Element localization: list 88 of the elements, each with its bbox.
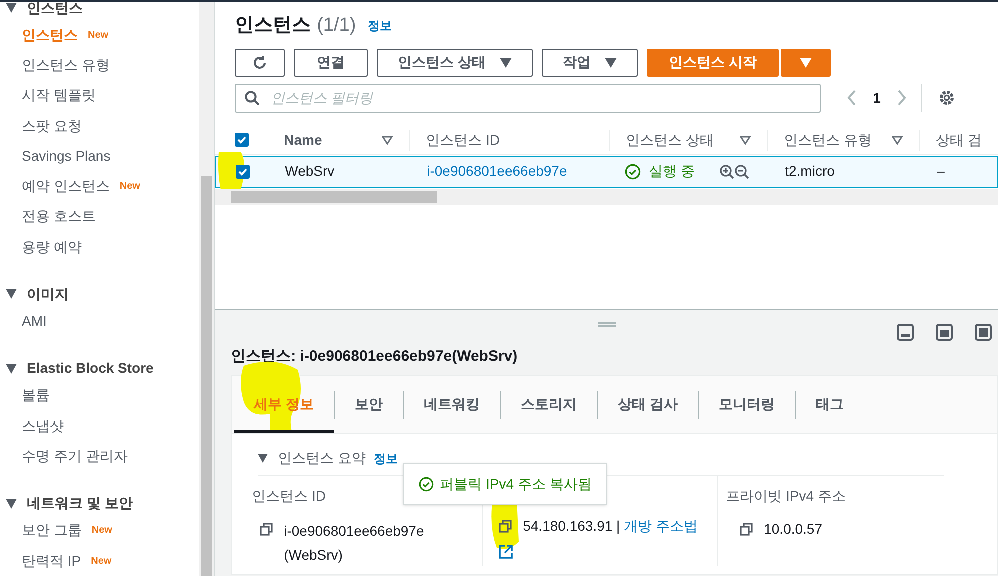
resize-handle[interactable] — [598, 322, 616, 327]
sidebar-item[interactable]: 볼륨 — [22, 385, 50, 406]
new-label: New — [120, 180, 140, 194]
column-header[interactable]: Name — [284, 130, 322, 150]
sidebar-item[interactable]: 인스턴스 유형 — [22, 54, 110, 76]
field-label: 프라이빗 IPv4 주소 — [726, 487, 847, 506]
dropdown-button[interactable]: 작업 — [542, 48, 638, 76]
tab[interactable]: 모니터링 — [698, 376, 795, 433]
instance-count: (1/1) — [317, 14, 356, 38]
settings-icon[interactable] — [938, 89, 956, 107]
scrollbar-thumb[interactable] — [201, 176, 212, 576]
sidebar-section-title[interactable]: 이미지 — [27, 284, 69, 305]
sidebar-item[interactable]: 보안 그룹 — [22, 520, 82, 542]
instance-id-link[interactable]: i-0e906801ee66eb97e — [427, 162, 568, 178]
check-circle-icon — [625, 164, 642, 180]
details-title: 인스턴스: i-0e906801ee66eb97e(WebSrv) — [231, 348, 518, 365]
sort-icon[interactable] — [382, 136, 394, 144]
caret-down-icon — [500, 58, 512, 68]
column-header[interactable]: 인스턴스 유형 — [784, 130, 872, 150]
search-icon — [245, 90, 260, 106]
sort-icon[interactable] — [740, 136, 752, 144]
field-value: 10.0.0.57 — [764, 520, 822, 539]
status-text: 실행 중 — [649, 162, 695, 181]
caret-down-icon[interactable] — [6, 3, 17, 13]
sidebar-item[interactable]: 스냅샷 — [22, 416, 64, 437]
sidebar-item[interactable]: 용량 예약 — [22, 236, 82, 258]
horizontal-scrollbar[interactable] — [215, 188, 998, 204]
zoom-in-out-icon[interactable] — [719, 164, 751, 180]
field-value: i-0e906801ee66eb97e (WebSrv) — [284, 522, 426, 565]
connect-button[interactable]: 연결 — [294, 48, 368, 76]
refresh-button[interactable] — [235, 48, 286, 76]
external-link-icon[interactable] — [499, 545, 514, 559]
tab[interactable]: 상태 검사 — [598, 376, 698, 433]
table-cell: – — [937, 162, 945, 178]
sidebar-item[interactable]: Savings Plans — [22, 146, 111, 167]
caret-down-icon[interactable] — [6, 498, 17, 509]
sidebar-item[interactable]: 시작 템플릿 — [22, 85, 96, 106]
panel-layout-icon[interactable] — [975, 324, 992, 341]
column-header[interactable]: 인스턴스 ID — [426, 130, 500, 150]
caret-down-icon — [800, 58, 812, 68]
sidebar-section-title[interactable]: 네트워크 및 보안 — [27, 493, 133, 514]
field-value: 54.180.163.91 | — [523, 517, 620, 536]
field-label: 인스턴스 ID — [252, 487, 327, 506]
sidebar-scrollbar[interactable] — [199, 2, 214, 576]
launch-options-button[interactable] — [780, 48, 831, 76]
copy-icon[interactable] — [260, 523, 274, 536]
sidebar-item[interactable]: AMI — [22, 311, 47, 332]
sidebar-section-title[interactable]: 인스턴스 — [27, 2, 83, 18]
sidebar-item[interactable]: 수명 주기 관리자 — [22, 446, 128, 467]
dropdown-button[interactable]: 인스턴스 상태 — [377, 48, 533, 76]
open-address-link[interactable]: 개방 주소법 — [624, 516, 698, 537]
copy-icon[interactable] — [740, 523, 754, 536]
refresh-icon — [252, 54, 268, 70]
search-field[interactable]: 인스턴스 필터링 — [235, 84, 822, 112]
table-cell: t2.micro — [785, 162, 835, 178]
sidebar-item[interactable]: 탄력적 IP — [22, 550, 82, 572]
column-header[interactable]: 상태 검 — [936, 130, 982, 150]
tab[interactable]: 태그 — [796, 376, 864, 433]
tab[interactable]: 보안 — [335, 376, 403, 433]
table-cell: WebSrv — [285, 162, 335, 178]
panel-layout-icon[interactable] — [936, 324, 953, 341]
tab[interactable]: 스토리지 — [501, 376, 597, 433]
tab[interactable]: 네트워킹 — [404, 376, 500, 433]
caret-down-icon[interactable] — [6, 289, 17, 300]
page-number[interactable]: 1 — [873, 88, 881, 108]
sidebar-section-title[interactable]: Elastic Block Store — [27, 358, 154, 380]
checkbox[interactable] — [235, 133, 250, 147]
new-label: New — [88, 28, 109, 43]
copy-icon[interactable] — [499, 520, 512, 533]
sidebar-item[interactable]: 전용 호스트 — [22, 206, 96, 228]
table-row[interactable]: WebSrv i-0e906801ee66eb97e 실행 중 t2.micro – — [215, 156, 998, 188]
caret-down-icon[interactable] — [258, 454, 268, 463]
caret-down-icon — [605, 58, 617, 68]
section-title: 인스턴스 요약 — [278, 449, 366, 468]
sidebar-item[interactable]: 예약 인스턴스 — [22, 176, 110, 198]
check-circle-icon — [419, 476, 434, 492]
sort-icon[interactable] — [892, 136, 904, 144]
column-header[interactable]: 인스턴스 상태 — [626, 130, 714, 150]
info-link[interactable]: 정보 — [368, 17, 392, 36]
copied-toast: 퍼블릭 IPv4 주소 복사됨 — [403, 463, 608, 505]
info-link[interactable]: 정보 — [374, 450, 398, 468]
panel-layout-icon[interactable] — [897, 324, 914, 341]
page-title: 인스턴스 — [235, 14, 312, 38]
scrollbar-thumb[interactable] — [231, 190, 438, 202]
caret-down-icon[interactable] — [6, 364, 17, 374]
new-label: New — [91, 554, 112, 568]
sidebar-item[interactable]: 스팟 요청 — [22, 116, 82, 137]
new-label: New — [92, 524, 112, 538]
